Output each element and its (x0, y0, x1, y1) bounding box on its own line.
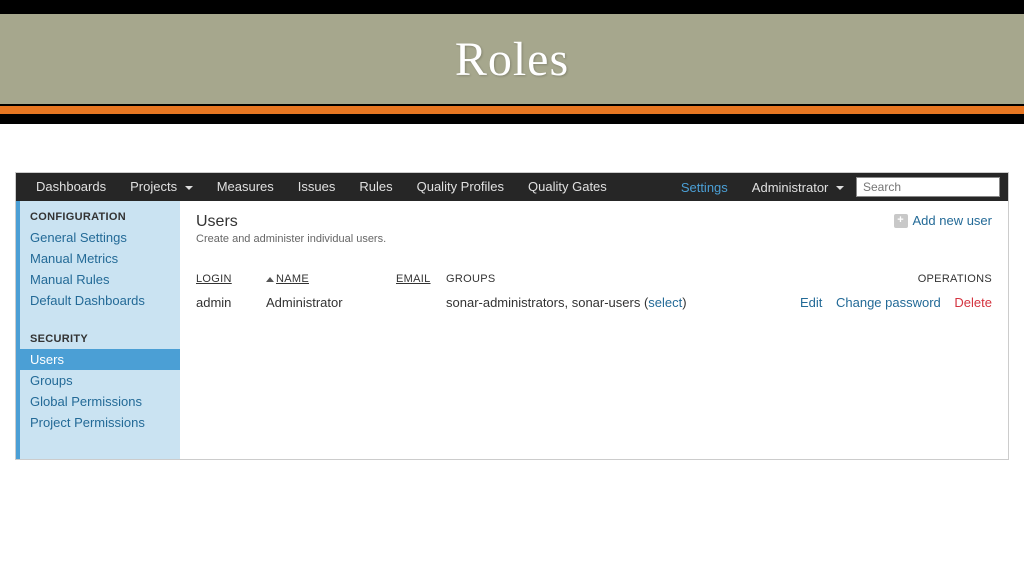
page-title: Users (196, 213, 386, 231)
nav-user-menu[interactable]: Administrator (740, 180, 856, 195)
sort-asc-icon (266, 277, 274, 282)
sidebar-item-users[interactable]: Users (20, 349, 180, 370)
chevron-down-icon (185, 186, 193, 190)
slide-accent-bar (0, 104, 1024, 114)
nav-projects[interactable]: Projects (118, 173, 205, 201)
cell-name: Administrator (266, 293, 396, 312)
plus-icon: + (894, 214, 908, 228)
slide-title-bar: Roles (0, 14, 1024, 104)
sidebar-item-manual-metrics[interactable]: Manual Metrics (20, 248, 180, 269)
sidebar: CONFIGURATION General Settings Manual Me… (16, 201, 180, 459)
add-user-button[interactable]: + Add new user (894, 213, 993, 228)
nav-measures[interactable]: Measures (205, 173, 286, 201)
sidebar-section-configuration: CONFIGURATION (20, 201, 180, 227)
nav-settings[interactable]: Settings (669, 180, 740, 195)
col-login[interactable]: LOGIN (196, 273, 266, 293)
main-content: Users Create and administer individual u… (180, 201, 1008, 459)
col-groups: GROUPS (446, 273, 743, 293)
edit-user-link[interactable]: Edit (800, 295, 822, 310)
search-input[interactable] (856, 177, 1000, 197)
sidebar-section-security: SECURITY (20, 323, 180, 349)
users-table: LOGIN NAME EMAIL GROUPS OPERATIONS admin (196, 273, 992, 312)
delete-user-link[interactable]: Delete (954, 295, 992, 310)
cell-login: admin (196, 293, 266, 312)
sidebar-item-default-dashboards[interactable]: Default Dashboards (20, 290, 180, 311)
nav-issues[interactable]: Issues (286, 173, 348, 201)
col-operations: OPERATIONS (743, 273, 992, 293)
nav-user-label: Administrator (752, 180, 829, 195)
cell-email (396, 293, 446, 312)
table-row: admin Administrator sonar-administrators… (196, 293, 992, 312)
sidebar-item-general-settings[interactable]: General Settings (20, 227, 180, 248)
app-window: Dashboards Projects Measures Issues Rule… (15, 172, 1009, 460)
col-name[interactable]: NAME (266, 273, 396, 293)
cell-groups: sonar-administrators, sonar-users (selec… (446, 293, 743, 312)
nav-projects-label: Projects (130, 179, 177, 194)
sidebar-item-project-permissions[interactable]: Project Permissions (20, 412, 180, 433)
sidebar-item-manual-rules[interactable]: Manual Rules (20, 269, 180, 290)
slide-title: Roles (455, 32, 569, 87)
nav-dashboards[interactable]: Dashboards (24, 173, 118, 201)
sidebar-item-global-permissions[interactable]: Global Permissions (20, 391, 180, 412)
select-groups-link[interactable]: select (648, 295, 682, 310)
sidebar-item-groups[interactable]: Groups (20, 370, 180, 391)
page-subtitle: Create and administer individual users. (196, 233, 386, 245)
chevron-down-icon (836, 186, 844, 190)
nav-quality-gates[interactable]: Quality Gates (516, 173, 619, 201)
change-password-link[interactable]: Change password (836, 295, 941, 310)
nav-quality-profiles[interactable]: Quality Profiles (405, 173, 516, 201)
col-email[interactable]: EMAIL (396, 273, 446, 293)
nav-rules[interactable]: Rules (347, 173, 404, 201)
cell-operations: Edit Change password Delete (743, 293, 992, 312)
top-nav: Dashboards Projects Measures Issues Rule… (16, 173, 1008, 201)
add-user-label: Add new user (913, 213, 993, 228)
